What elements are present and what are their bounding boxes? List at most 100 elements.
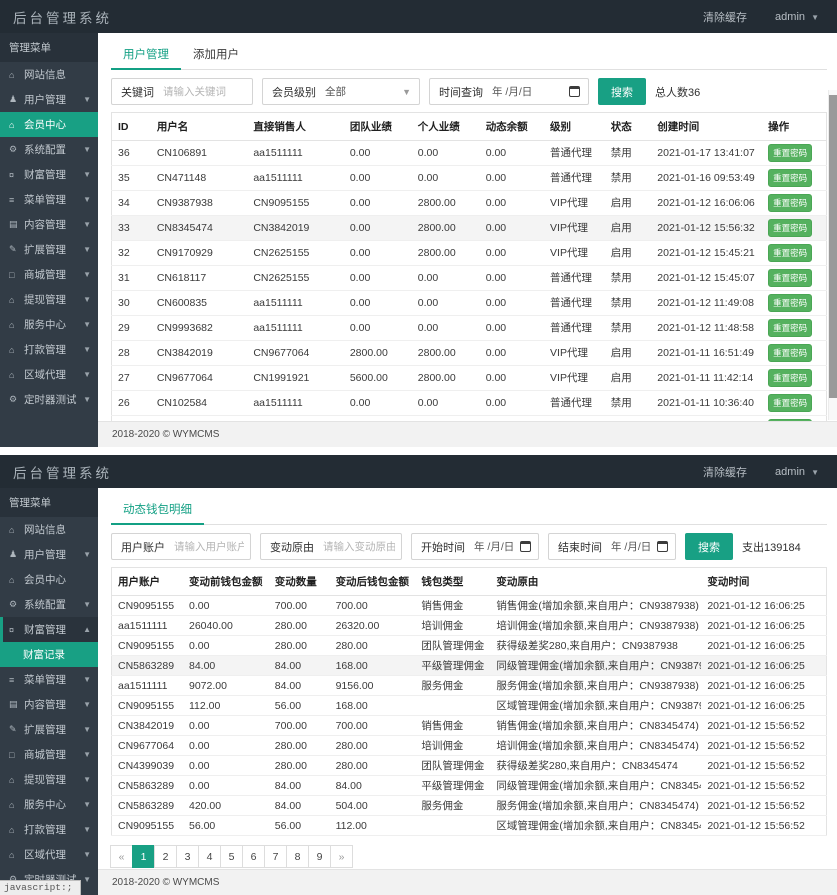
- clear-cache-link[interactable]: 清除缓存: [703, 9, 747, 25]
- table-cell: 0.00: [480, 266, 544, 291]
- table-row: 28CN3842019CN96770642800.002800.000.00VI…: [112, 341, 827, 366]
- admin-user-menu[interactable]: admin ▼: [775, 466, 819, 478]
- keyword-filter-group: 关键词: [111, 78, 253, 105]
- sidebar-item[interactable]: ✎扩展管理▼: [0, 717, 98, 742]
- calendar-icon[interactable]: [657, 541, 668, 552]
- end-date-input[interactable]: 年 /月/日: [611, 539, 651, 554]
- tab-user-management[interactable]: 用户管理: [111, 39, 181, 70]
- clear-cache-link[interactable]: 清除缓存: [703, 464, 747, 480]
- pagination-page-button[interactable]: 7: [264, 845, 287, 868]
- search-button[interactable]: 搜索: [598, 78, 646, 105]
- home-icon: ⌂: [9, 345, 20, 355]
- sidebar-item[interactable]: ¤财富管理▲: [0, 617, 98, 642]
- table-cell: aa1511111: [247, 141, 344, 166]
- sidebar-item[interactable]: ⌂区域代理▼: [0, 842, 98, 867]
- reset-password-button[interactable]: 重置密码: [768, 344, 812, 362]
- chevron-down-icon: ▼: [83, 875, 91, 884]
- pagination-page-button[interactable]: 9: [308, 845, 331, 868]
- sidebar-item[interactable]: ⌂网站信息: [0, 62, 98, 87]
- sidebar-item[interactable]: □商城管理▼: [0, 742, 98, 767]
- sidebar-item-label: 网站信息: [24, 67, 66, 82]
- sidebar-item[interactable]: ▤内容管理▼: [0, 212, 98, 237]
- reset-password-button[interactable]: 重置密码: [768, 369, 812, 387]
- start-date-input[interactable]: 年 /月/日: [474, 539, 514, 554]
- sidebar-item[interactable]: ⌂提现管理▼: [0, 287, 98, 312]
- sidebar-item[interactable]: ⌂会员中心: [0, 567, 98, 592]
- sidebar-item[interactable]: ⌂网站信息: [0, 517, 98, 542]
- time-query-label: 时间查询: [430, 84, 492, 100]
- vertical-scrollbar[interactable]: [828, 90, 837, 420]
- reset-password-button[interactable]: 重置密码: [768, 294, 812, 312]
- table-cell: 2021-01-12 15:45:21: [651, 241, 762, 266]
- admin-user-menu[interactable]: admin ▼: [775, 11, 819, 23]
- sidebar-item[interactable]: ⌂打款管理▼: [0, 337, 98, 362]
- pagination-page-button[interactable]: 4: [198, 845, 221, 868]
- action-cell: 重置密码: [762, 341, 826, 366]
- sidebar-item[interactable]: ⌂提现管理▼: [0, 767, 98, 792]
- member-level-select[interactable]: 会员级别 全部 ▼: [262, 78, 420, 105]
- table-cell: CN9170929: [151, 241, 248, 266]
- time-query-group: 时间查询 年 /月/日: [429, 78, 589, 105]
- start-time-group: 开始时间 年 /月/日: [411, 533, 539, 560]
- tab-add-user[interactable]: 添加用户: [181, 39, 251, 69]
- reset-password-button[interactable]: 重置密码: [768, 269, 812, 287]
- search-button[interactable]: 搜索: [685, 533, 733, 560]
- reset-password-button[interactable]: 重置密码: [768, 394, 812, 412]
- sidebar-item[interactable]: ⌂会员中心: [0, 112, 98, 137]
- keyword-input[interactable]: [163, 86, 252, 98]
- pagination-next-button[interactable]: »: [330, 845, 353, 868]
- pagination-page-button[interactable]: 2: [154, 845, 177, 868]
- sidebar-item[interactable]: ≡菜单管理▼: [0, 187, 98, 212]
- sidebar-item[interactable]: ⌂服务中心▼: [0, 792, 98, 817]
- pagination-page-button[interactable]: 3: [176, 845, 199, 868]
- sidebar-item[interactable]: ⚙系统配置▼: [0, 592, 98, 617]
- sidebar-item[interactable]: ⌂服务中心▼: [0, 312, 98, 337]
- table-cell: 培训佣金: [415, 736, 490, 756]
- pagination-page-button[interactable]: 1: [132, 845, 155, 868]
- sidebar-item[interactable]: ♟用户管理▼: [0, 87, 98, 112]
- sidebar-item[interactable]: ▤内容管理▼: [0, 692, 98, 717]
- member-level-label: 会员级别: [263, 84, 325, 100]
- reset-password-button[interactable]: 重置密码: [768, 244, 812, 262]
- sidebar-item-label: 扩展管理: [24, 242, 66, 257]
- pagination-page-button[interactable]: 6: [242, 845, 265, 868]
- reset-password-button[interactable]: 重置密码: [768, 169, 812, 187]
- reset-password-button[interactable]: 重置密码: [768, 219, 812, 237]
- reason-input[interactable]: [323, 541, 401, 553]
- table-cell: 34: [112, 191, 151, 216]
- column-header: 变动时间: [701, 568, 826, 596]
- reset-password-button[interactable]: 重置密码: [768, 194, 812, 212]
- table-cell: 2021-01-12 11:48:58: [651, 316, 762, 341]
- sidebar-item[interactable]: ≡菜单管理▼: [0, 667, 98, 692]
- sidebar-subitem[interactable]: 财富记录: [0, 642, 98, 667]
- calendar-icon[interactable]: [569, 86, 580, 97]
- sidebar-item[interactable]: ⌂区域代理▼: [0, 362, 98, 387]
- sidebar-item[interactable]: ♟用户管理▼: [0, 542, 98, 567]
- table-row: CN43990390.00280.00280.00团队管理佣金获得级差奖280,…: [112, 756, 827, 776]
- sidebar-item[interactable]: ¤财富管理▼: [0, 162, 98, 187]
- sidebar-item[interactable]: ⚙定时器测试▼: [0, 387, 98, 412]
- scrollbar-thumb[interactable]: [829, 95, 837, 398]
- reset-password-button[interactable]: 重置密码: [768, 319, 812, 337]
- sidebar-item-label: 服务中心: [24, 317, 66, 332]
- tab-wallet-details[interactable]: 动态钱包明细: [111, 494, 204, 525]
- table-cell: CN1991921: [247, 366, 344, 391]
- sidebar-item[interactable]: ⚙系统配置▼: [0, 137, 98, 162]
- main-content: 用户管理 添加用户 关键词 会员级别 全部 ▼ 时间查询 年 /月/日: [98, 33, 837, 447]
- pagination-page-button[interactable]: 5: [220, 845, 243, 868]
- calendar-icon[interactable]: [520, 541, 531, 552]
- pagination-prev-button[interactable]: «: [110, 845, 133, 868]
- home-icon: ⌂: [9, 825, 20, 835]
- home-icon: ⌂: [9, 800, 20, 810]
- table-cell: 0.00: [480, 316, 544, 341]
- sidebar-item[interactable]: ⌂打款管理▼: [0, 817, 98, 842]
- table-row: 32CN9170929CN26251550.002800.000.00VIP代理…: [112, 241, 827, 266]
- table-cell: 2021-01-12 15:45:07: [651, 266, 762, 291]
- account-input[interactable]: [174, 541, 250, 553]
- sidebar-item[interactable]: ✎扩展管理▼: [0, 237, 98, 262]
- table-cell: 2800.00: [412, 241, 480, 266]
- reset-password-button[interactable]: 重置密码: [768, 144, 812, 162]
- date-input[interactable]: 年 /月/日: [492, 84, 563, 99]
- sidebar-item[interactable]: □商城管理▼: [0, 262, 98, 287]
- pagination-page-button[interactable]: 8: [286, 845, 309, 868]
